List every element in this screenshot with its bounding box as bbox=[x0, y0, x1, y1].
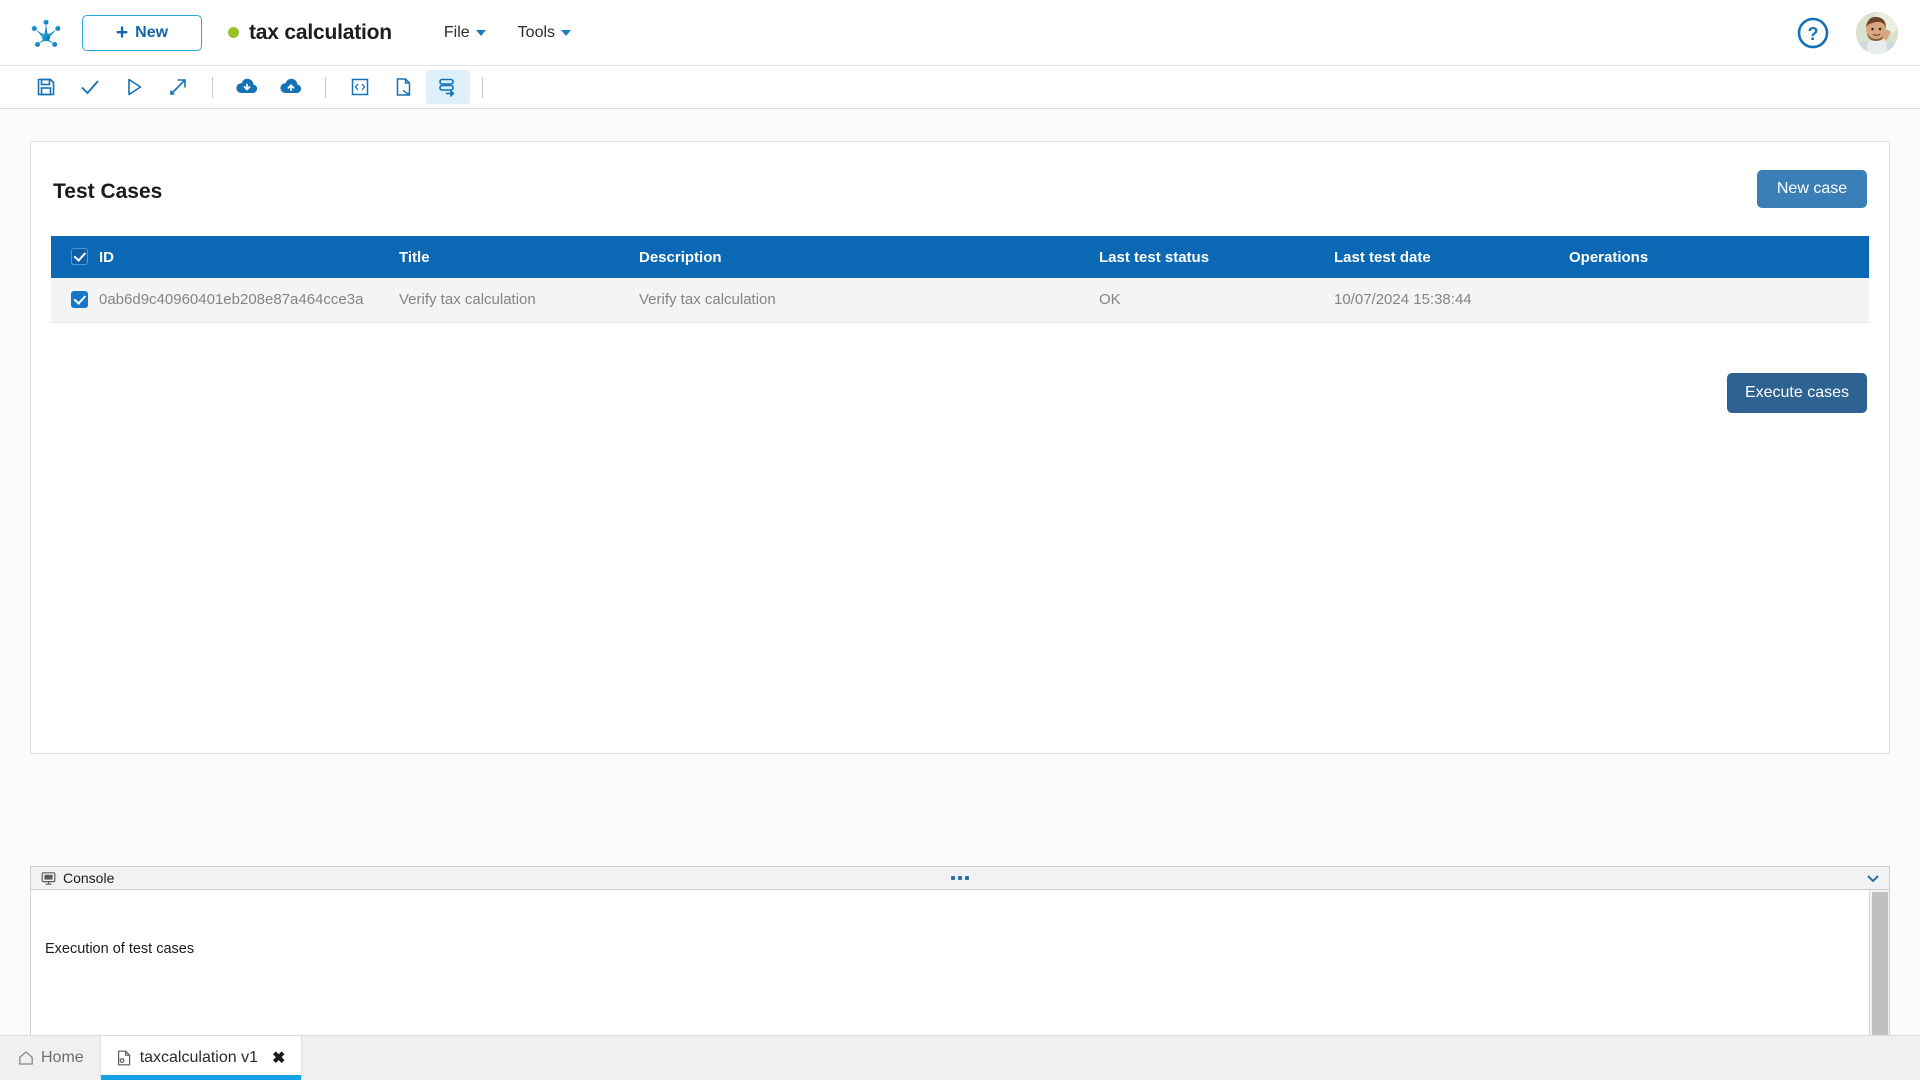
page-title: Test Cases bbox=[53, 180, 162, 204]
console-label: Console bbox=[63, 870, 114, 886]
top-header: + New tax calculation File Tools ? bbox=[0, 0, 1920, 66]
column-header-title[interactable]: Title bbox=[399, 236, 639, 278]
new-button-label: New bbox=[135, 24, 168, 42]
test-cases-icon[interactable] bbox=[426, 70, 470, 104]
table-row[interactable]: 0ab6d9c40960401eb208e87a464cce3a Verify … bbox=[51, 278, 1869, 322]
execute-row: Execute cases bbox=[51, 373, 1869, 413]
column-header-id[interactable]: ID bbox=[99, 236, 399, 278]
row-select-cell bbox=[51, 278, 99, 322]
menu-tools-label: Tools bbox=[518, 24, 555, 42]
chevron-down-icon[interactable] bbox=[1865, 872, 1881, 884]
cell-description: Verify tax calculation bbox=[639, 278, 1099, 322]
panel-header: Test Cases New case bbox=[51, 170, 1869, 208]
column-header-description[interactable]: Description bbox=[639, 236, 1099, 278]
tab-doc-label: taxcalculation v1 bbox=[140, 1049, 258, 1067]
new-button[interactable]: + New bbox=[82, 15, 202, 51]
table-header: ID Title Description Last test status La… bbox=[51, 236, 1869, 278]
toolbar-separator bbox=[482, 77, 483, 98]
export-arrow-icon[interactable] bbox=[156, 70, 200, 104]
header-right-actions: ? bbox=[1796, 12, 1898, 54]
play-icon[interactable] bbox=[112, 70, 156, 104]
check-icon[interactable] bbox=[68, 70, 112, 104]
toolbar bbox=[0, 66, 1920, 109]
menu-bar: File Tools bbox=[444, 24, 571, 42]
execute-cases-button[interactable]: Execute cases bbox=[1727, 373, 1867, 413]
frog-foot-logo[interactable] bbox=[24, 11, 68, 55]
test-cases-table: ID Title Description Last test status La… bbox=[51, 236, 1869, 323]
menu-file[interactable]: File bbox=[444, 24, 486, 42]
cell-id: 0ab6d9c40960401eb208e87a464cce3a bbox=[99, 278, 399, 322]
console-monitor-icon bbox=[41, 871, 56, 886]
console-heading: Execution of test cases bbox=[45, 940, 1855, 959]
plus-icon: + bbox=[116, 22, 128, 43]
column-header-last-test-date[interactable]: Last test date bbox=[1334, 236, 1569, 278]
status-dot bbox=[228, 27, 239, 38]
select-all-header bbox=[51, 236, 99, 278]
home-icon bbox=[18, 1050, 34, 1066]
column-header-operations[interactable]: Operations bbox=[1569, 236, 1869, 278]
close-x-icon[interactable]: ✖ bbox=[272, 1048, 285, 1068]
tab-home-label: Home bbox=[41, 1049, 84, 1067]
document-title-text: tax calculation bbox=[249, 21, 392, 45]
cell-operations bbox=[1569, 278, 1869, 322]
toolbar-separator bbox=[212, 77, 213, 98]
test-cases-panel: Test Cases New case ID Title Description… bbox=[30, 141, 1890, 754]
column-header-last-test-status[interactable]: Last test status bbox=[1099, 236, 1334, 278]
svg-text:?: ? bbox=[1808, 24, 1819, 44]
tab-home[interactable]: Home bbox=[0, 1036, 100, 1080]
cell-title: Verify tax calculation bbox=[399, 278, 639, 322]
menu-file-label: File bbox=[444, 24, 470, 42]
console-header[interactable]: Console bbox=[30, 866, 1890, 890]
avatar[interactable] bbox=[1856, 12, 1898, 54]
table-body: 0ab6d9c40960401eb208e87a464cce3a Verify … bbox=[51, 278, 1869, 322]
row-checkbox[interactable] bbox=[71, 291, 88, 308]
document-icon bbox=[117, 1050, 132, 1066]
question-circle-icon[interactable]: ? bbox=[1796, 16, 1830, 50]
scrollbar-thumb[interactable] bbox=[1872, 892, 1888, 1052]
cloud-download-icon[interactable] bbox=[225, 70, 269, 104]
document-title: tax calculation bbox=[228, 21, 392, 45]
cell-last-test-date: 10/07/2024 15:38:44 bbox=[1334, 278, 1569, 322]
new-case-button[interactable]: New case bbox=[1757, 170, 1867, 208]
table-header-row: ID Title Description Last test status La… bbox=[51, 236, 1869, 278]
select-all-checkbox[interactable] bbox=[71, 248, 88, 265]
save-icon[interactable] bbox=[24, 70, 68, 104]
tab-taxcalculation-v1[interactable]: taxcalculation v1 ✖ bbox=[100, 1036, 303, 1080]
code-icon[interactable] bbox=[338, 70, 382, 104]
page-body: Test Cases New case ID Title Description… bbox=[0, 109, 1920, 1080]
chevron-down-icon bbox=[476, 30, 486, 36]
toolbar-separator bbox=[325, 77, 326, 98]
document-arrow-icon[interactable] bbox=[382, 70, 426, 104]
chevron-down-icon bbox=[561, 30, 571, 36]
cloud-upload-icon[interactable] bbox=[269, 70, 313, 104]
cell-last-test-status: OK bbox=[1099, 278, 1334, 322]
console-blank-line bbox=[45, 997, 1855, 1009]
menu-tools[interactable]: Tools bbox=[518, 24, 571, 42]
resize-dots-handle[interactable] bbox=[31, 867, 1889, 889]
bottom-tab-bar: Home taxcalculation v1 ✖ bbox=[0, 1035, 1920, 1080]
